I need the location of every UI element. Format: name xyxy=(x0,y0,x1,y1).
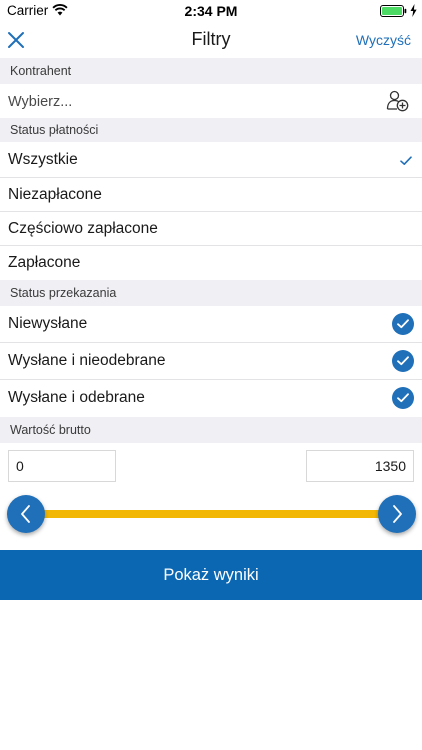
value-range-slider-track[interactable] xyxy=(26,510,398,518)
payment-option-label: Niezapłacone xyxy=(8,186,102,203)
transfer-option-label: Niewysłane xyxy=(8,315,88,332)
show-results-button[interactable]: Pokaż wyniki xyxy=(0,550,422,600)
slider-max-handle[interactable] xyxy=(378,495,416,533)
nav-bar: Filtry Wyczyść xyxy=(0,22,422,58)
transfer-option-not-sent[interactable]: Niewysłane xyxy=(0,306,422,342)
payment-option-partial[interactable]: Częściowo zapłacone xyxy=(0,212,422,245)
contractor-row xyxy=(0,84,422,118)
contractor-search-input[interactable] xyxy=(8,92,368,112)
checkbox-checked-icon[interactable] xyxy=(392,313,414,335)
transfer-option-sent-received[interactable]: Wysłane i odebrane xyxy=(0,380,422,416)
checkbox-checked-icon[interactable] xyxy=(392,387,414,409)
payment-option-label: Wszystkie xyxy=(8,151,78,168)
close-icon[interactable] xyxy=(5,29,27,51)
transfer-option-label: Wysłane i odebrane xyxy=(8,389,145,406)
battery-icon xyxy=(380,5,407,17)
charging-icon xyxy=(410,4,417,17)
gross-value-header: Wartość brutto xyxy=(0,417,422,443)
status-bar: Carrier 2:34 PM xyxy=(0,0,422,22)
payment-option-paid[interactable]: Zapłacone xyxy=(0,246,422,279)
payment-option-unpaid[interactable]: Niezapłacone xyxy=(0,178,422,211)
min-value-input[interactable] xyxy=(8,450,116,482)
add-user-icon[interactable] xyxy=(386,89,410,113)
payment-option-all[interactable]: Wszystkie xyxy=(0,142,422,177)
max-value-input[interactable] xyxy=(306,450,414,482)
transfer-option-sent-not-received[interactable]: Wysłane i nieodebrane xyxy=(0,343,422,379)
slider-min-handle[interactable] xyxy=(7,495,45,533)
status-time: 2:34 PM xyxy=(184,3,238,19)
clear-button[interactable]: Wyczyść xyxy=(356,32,411,48)
transfer-status-header: Status przekazania xyxy=(0,280,422,306)
checkbox-checked-icon[interactable] xyxy=(392,350,414,372)
transfer-option-label: Wysłane i nieodebrane xyxy=(8,352,166,369)
payment-option-label: Częściowo zapłacone xyxy=(8,220,158,237)
payment-status-header: Status płatności xyxy=(0,118,422,142)
payment-option-label: Zapłacone xyxy=(8,254,81,271)
contractor-section-header: Kontrahent xyxy=(0,58,422,84)
checkmark-icon xyxy=(400,156,412,165)
